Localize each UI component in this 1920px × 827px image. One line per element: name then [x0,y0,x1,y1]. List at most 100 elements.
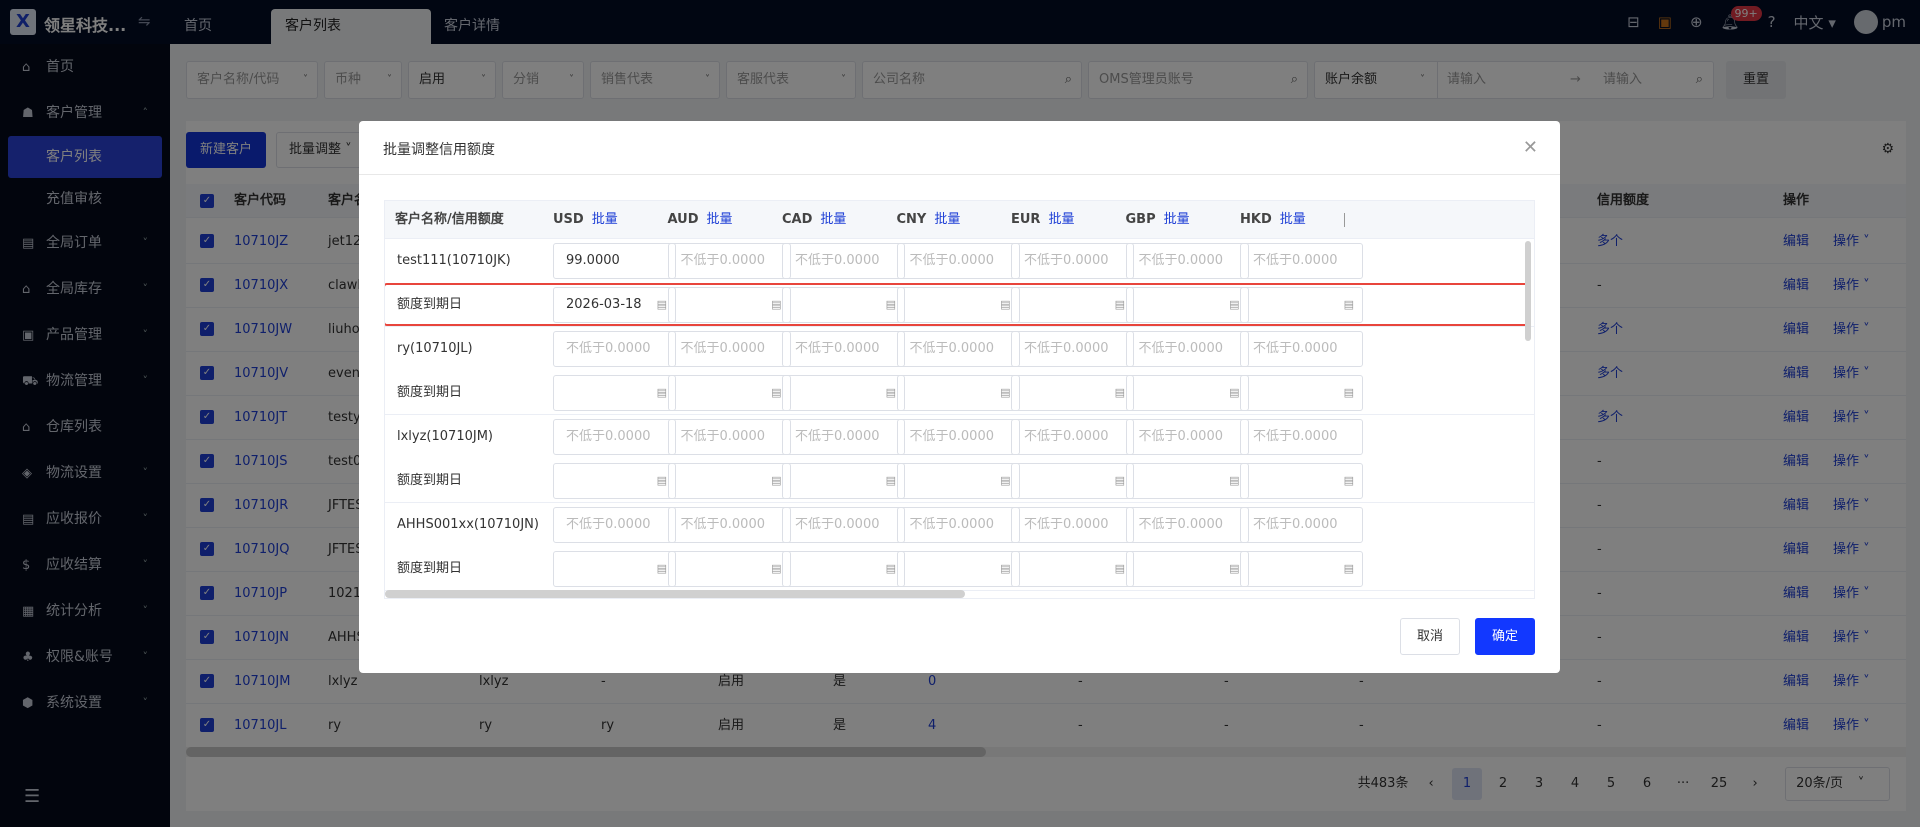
credit-amount-input[interactable]: 不低于0.0000 [553,507,676,543]
credit-amount-input[interactable]: 不低于0.0000 [667,419,791,455]
credit-amount-input[interactable]: 不低于0.0000 [1125,331,1249,367]
calendar-icon[interactable]: ▤ [771,376,781,410]
credit-amount-input[interactable]: 不低于0.0000 [1240,243,1363,279]
credit-amount-input[interactable]: 不低于0.0000 [896,243,1020,279]
calendar-icon[interactable]: ▤ [1115,288,1125,322]
batch-link[interactable]: 批量 [592,212,618,227]
header-currency: HKD 批量 [1240,201,1306,239]
credit-amount-placeholder: 不低于0.0000 [566,429,651,444]
credit-amount-input[interactable]: 不低于0.0000 [782,331,905,367]
calendar-icon[interactable]: ▤ [1344,464,1354,498]
calendar-icon[interactable]: ▤ [771,552,781,586]
credit-amount-input[interactable]: 不低于0.0000 [1240,331,1363,367]
expiry-date-picker[interactable]: ▤ [1011,463,1134,499]
calendar-icon[interactable]: ▤ [1344,288,1354,322]
confirm-button[interactable]: 确定 [1475,618,1535,655]
calendar-icon[interactable]: ▤ [1229,376,1239,410]
credit-amount-input[interactable]: 不低于0.0000 [1011,419,1134,455]
expiry-date-picker[interactable]: ▤ [782,375,905,411]
calendar-icon[interactable]: ▤ [886,552,896,586]
expiry-date-picker[interactable]: ▤ [1125,551,1249,587]
calendar-icon[interactable]: ▤ [1115,552,1125,586]
expiry-date-picker[interactable]: ▤ [896,463,1020,499]
credit-amount-placeholder: 不低于0.0000 [1138,253,1224,268]
cancel-button[interactable]: 取消 [1400,618,1460,655]
calendar-icon[interactable]: ▤ [1344,552,1354,586]
credit-amount-input[interactable]: 不低于0.0000 [782,419,905,455]
expiry-date-picker[interactable]: 2026-03-18 ▤ [553,287,676,323]
credit-amount-input[interactable]: 不低于0.0000 [1011,507,1134,543]
expiry-date-picker[interactable]: ▤ [1240,375,1363,411]
vertical-scrollbar[interactable] [1525,241,1531,341]
expiry-date-picker[interactable]: ▤ [1011,375,1134,411]
calendar-icon[interactable]: ▤ [1229,464,1239,498]
calendar-icon[interactable]: ▤ [1344,376,1354,410]
expiry-date-picker[interactable]: ▤ [896,375,1020,411]
expiry-date-picker[interactable]: ▤ [553,551,676,587]
expiry-date-picker[interactable]: ▤ [1240,287,1363,323]
batch-link[interactable]: 批量 [934,212,960,227]
credit-amount-input[interactable]: 不低于0.0000 [1011,243,1134,279]
calendar-icon[interactable]: ▤ [771,464,781,498]
credit-amount-input[interactable]: 不低于0.0000 [1011,331,1134,367]
expiry-date-picker[interactable]: ▤ [1011,551,1134,587]
expiry-date-picker[interactable]: ▤ [1125,463,1249,499]
expiry-date-picker[interactable]: ▤ [782,287,905,323]
calendar-icon[interactable]: ▤ [886,376,896,410]
expiry-date-picker[interactable]: ▤ [1240,463,1363,499]
calendar-icon[interactable]: ▤ [886,288,896,322]
header-currency: EUR 批量 [1011,201,1074,239]
expiry-date-picker[interactable]: ▤ [667,287,791,323]
expiry-date-picker[interactable]: ▤ [896,287,1020,323]
credit-amount-input[interactable]: 不低于0.0000 [1125,243,1249,279]
credit-amount-input[interactable]: 不低于0.0000 [782,243,905,279]
expiry-date-picker[interactable]: ▤ [1011,287,1134,323]
credit-amount-input[interactable]: 不低于0.0000 [667,507,791,543]
expiry-date-picker[interactable]: ▤ [667,463,791,499]
calendar-icon[interactable]: ▤ [657,464,667,498]
batch-link[interactable]: 批量 [1280,212,1306,227]
credit-amount-input[interactable]: 不低于0.0000 [1125,507,1249,543]
batch-link[interactable]: 批量 [1048,212,1074,227]
close-icon[interactable]: ✕ [1523,137,1538,158]
expiry-date-picker[interactable]: ▤ [667,551,791,587]
batch-link[interactable]: 批量 [820,212,846,227]
credit-amount-input[interactable]: 不低于0.0000 [1240,419,1363,455]
calendar-icon[interactable]: ▤ [1000,376,1010,410]
expiry-date-picker[interactable]: ▤ [1125,375,1249,411]
calendar-icon[interactable]: ▤ [771,288,781,322]
calendar-icon[interactable]: ▤ [1115,376,1125,410]
calendar-icon[interactable]: ▤ [657,288,667,322]
calendar-icon[interactable]: ▤ [1229,288,1239,322]
calendar-icon[interactable]: ▤ [1229,552,1239,586]
credit-amount-input[interactable]: 不低于0.0000 [667,243,791,279]
expiry-date-picker[interactable]: ▤ [667,375,791,411]
expiry-date-picker[interactable]: ▤ [1240,551,1363,587]
expiry-date-picker[interactable]: ▤ [553,375,676,411]
expiry-date-picker[interactable]: ▤ [782,551,905,587]
calendar-icon[interactable]: ▤ [657,376,667,410]
credit-amount-input[interactable]: 99.0000 [553,243,676,279]
credit-amount-input[interactable]: 不低于0.0000 [896,331,1020,367]
credit-amount-input[interactable]: 不低于0.0000 [782,507,905,543]
credit-amount-input[interactable]: 不低于0.0000 [1240,507,1363,543]
horizontal-scrollbar[interactable] [385,590,965,598]
calendar-icon[interactable]: ▤ [657,552,667,586]
batch-link[interactable]: 批量 [707,212,733,227]
credit-amount-input[interactable]: 不低于0.0000 [896,419,1020,455]
calendar-icon[interactable]: ▤ [1000,464,1010,498]
calendar-icon[interactable]: ▤ [1115,464,1125,498]
credit-amount-input[interactable]: 不低于0.0000 [553,419,676,455]
expiry-date-picker[interactable]: ▤ [896,551,1020,587]
credit-amount-input[interactable]: 不低于0.0000 [1125,419,1249,455]
expiry-date-picker[interactable]: ▤ [553,463,676,499]
calendar-icon[interactable]: ▤ [1000,552,1010,586]
credit-amount-input[interactable]: 不低于0.0000 [667,331,791,367]
expiry-date-picker[interactable]: ▤ [782,463,905,499]
credit-amount-input[interactable]: 不低于0.0000 [896,507,1020,543]
expiry-date-picker[interactable]: ▤ [1125,287,1249,323]
calendar-icon[interactable]: ▤ [1000,288,1010,322]
credit-amount-input[interactable]: 不低于0.0000 [553,331,676,367]
batch-link[interactable]: 批量 [1164,212,1190,227]
calendar-icon[interactable]: ▤ [886,464,896,498]
